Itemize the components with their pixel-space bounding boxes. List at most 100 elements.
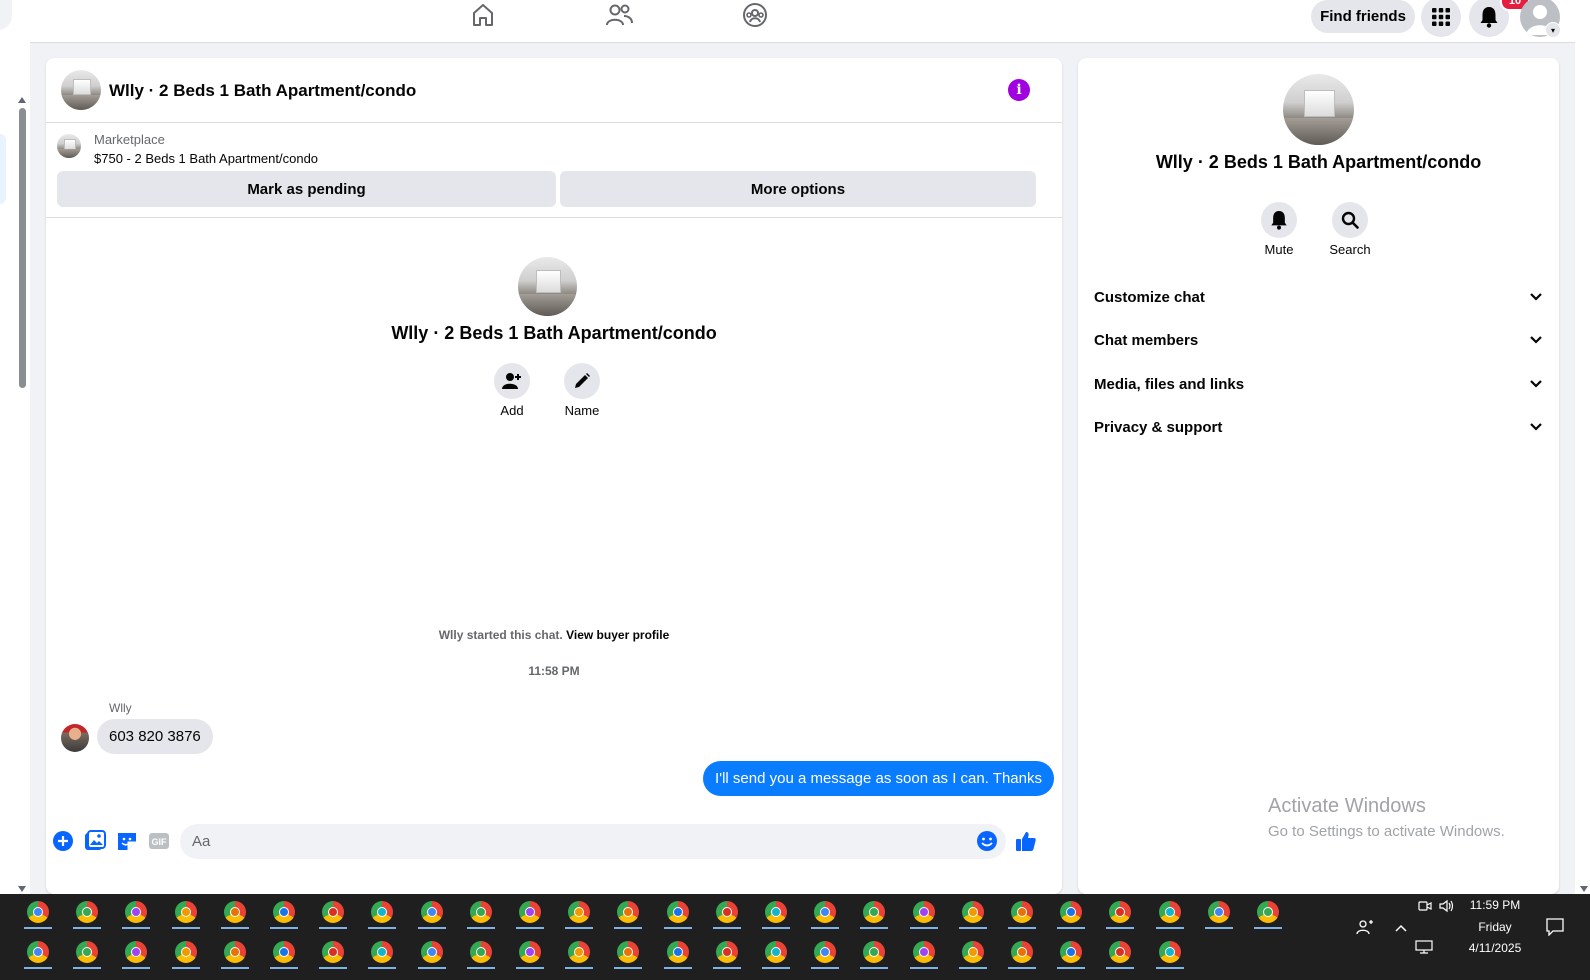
scroll-up-arrow-icon[interactable] [18, 97, 26, 103]
chrome-icon[interactable] [909, 898, 938, 929]
volume-icon[interactable] [1439, 899, 1455, 918]
chrome-icon[interactable] [614, 898, 643, 929]
page-scroll-down-arrow-icon[interactable] [1580, 886, 1588, 892]
chrome-icon[interactable] [958, 898, 987, 929]
edit-name-pencil-icon[interactable] [564, 363, 600, 399]
search-icon[interactable] [1332, 202, 1368, 238]
chrome-icon[interactable] [368, 938, 397, 969]
listing-photo-avatar[interactable] [61, 70, 101, 110]
chrome-icon[interactable] [220, 898, 249, 929]
chevron-down-icon[interactable]: ▾ [1545, 22, 1561, 38]
chrome-icon[interactable] [73, 938, 102, 969]
message-timestamp: 11:58 PM [528, 664, 580, 678]
mark-as-pending-button[interactable]: Mark as pending [57, 171, 556, 207]
section-label: Privacy & support [1094, 418, 1223, 436]
chrome-icon[interactable] [466, 898, 495, 929]
chrome-icon[interactable] [811, 898, 840, 929]
conversation-title[interactable]: Wlly · 2 Beds 1 Bath Apartment/condo [109, 81, 416, 101]
chrome-icon[interactable] [1155, 938, 1184, 969]
listing-thumbnail[interactable] [57, 134, 81, 158]
chrome-icon[interactable] [762, 898, 790, 929]
sender-avatar[interactable] [61, 724, 89, 752]
chrome-icon[interactable] [712, 938, 741, 969]
mute-bell-icon[interactable] [1261, 202, 1297, 238]
chrome-icon[interactable] [24, 898, 52, 929]
menu-grid-icon[interactable] [1421, 0, 1461, 37]
media-files-links-section[interactable]: Media, files and links [1094, 364, 1543, 404]
page-scrollbar[interactable] [1575, 42, 1590, 894]
chrome-icon[interactable] [614, 938, 643, 969]
chrome-icon[interactable] [860, 938, 889, 969]
chrome-icon[interactable] [417, 898, 446, 929]
chat-members-section[interactable]: Chat members [1094, 320, 1543, 360]
chrome-icon[interactable] [1008, 938, 1036, 969]
outgoing-message-bubble[interactable]: I'll send you a message as soon as I can… [703, 761, 1054, 796]
chrome-icon[interactable] [1204, 898, 1233, 929]
chrome-icon[interactable] [122, 938, 151, 969]
meet-now-icon[interactable] [1418, 899, 1432, 918]
plus-circle-icon[interactable] [51, 829, 75, 853]
more-options-button[interactable]: More options [560, 171, 1036, 207]
chrome-icon[interactable] [958, 938, 987, 969]
chrome-icon[interactable] [1106, 898, 1135, 929]
chrome-icon[interactable] [319, 898, 348, 929]
chrome-icon[interactable] [220, 938, 249, 969]
chrome-icon[interactable] [171, 898, 200, 929]
chrome-icon[interactable] [417, 938, 446, 969]
activate-windows-subtitle: Go to Settings to activate Windows. [1268, 823, 1505, 840]
find-friends-button[interactable]: Find friends [1311, 0, 1415, 33]
info-icon[interactable]: i [1008, 79, 1030, 101]
scroll-down-arrow-icon[interactable] [18, 886, 26, 892]
customize-chat-section[interactable]: Customize chat [1094, 277, 1543, 317]
message-input[interactable] [180, 824, 1006, 859]
view-buyer-profile-link[interactable]: View buyer profile [566, 628, 669, 642]
chrome-icon[interactable] [762, 938, 790, 969]
chrome-icon[interactable] [663, 938, 692, 969]
action-center-notification-icon[interactable] [1546, 918, 1564, 941]
network-icon[interactable] [1415, 940, 1433, 959]
chrome-icon[interactable] [1057, 938, 1086, 969]
left-edge-button[interactable] [0, 0, 12, 30]
chrome-icon[interactable] [1106, 938, 1135, 969]
chrome-icon[interactable] [319, 938, 348, 969]
chrome-icon[interactable] [73, 898, 102, 929]
privacy-support-section[interactable]: Privacy & support [1094, 407, 1543, 447]
chrome-icon[interactable] [171, 938, 200, 969]
gif-icon[interactable]: GIF [147, 829, 171, 853]
chrome-icon[interactable] [466, 938, 495, 969]
chrome-icon[interactable] [270, 938, 298, 969]
chrome-icon[interactable] [516, 938, 544, 969]
chrome-icon[interactable] [270, 898, 298, 929]
friends-icon[interactable] [599, 0, 639, 30]
chrome-icon[interactable] [565, 938, 594, 969]
home-icon[interactable] [463, 0, 503, 30]
emoji-icon[interactable] [975, 829, 999, 853]
chrome-icon[interactable] [712, 898, 741, 929]
chrome-icon[interactable] [663, 898, 692, 929]
chrome-icon[interactable] [1057, 898, 1086, 929]
add-person-icon[interactable] [494, 363, 530, 399]
chrome-icon[interactable] [368, 898, 397, 929]
groups-icon[interactable] [735, 0, 775, 30]
chrome-icon[interactable] [1254, 898, 1282, 929]
sticker-icon[interactable] [115, 829, 139, 853]
chrome-icon[interactable] [909, 938, 938, 969]
clock-date[interactable]: 4/11/2025 [1455, 941, 1535, 955]
thumbs-up-icon[interactable] [1014, 829, 1038, 853]
sidebar-scrollbar-thumb[interactable] [19, 108, 26, 388]
people-icon[interactable] [1356, 918, 1374, 941]
chrome-icon[interactable] [811, 938, 840, 969]
chrome-icon[interactable] [24, 938, 52, 969]
listing-summary[interactable]: $750 - 2 Beds 1 Bath Apartment/condo [94, 151, 318, 166]
show-hidden-icons-chevron-icon[interactable] [1394, 920, 1408, 938]
chrome-icon[interactable] [565, 898, 594, 929]
chrome-icon[interactable] [860, 898, 889, 929]
photo-icon[interactable] [83, 829, 107, 853]
chrome-icon[interactable] [1008, 898, 1036, 929]
chrome-icon[interactable] [1155, 898, 1184, 929]
chrome-icon[interactable] [122, 898, 151, 929]
clock-day[interactable]: Friday [1455, 920, 1535, 934]
chrome-icon[interactable] [516, 898, 544, 929]
incoming-message-bubble[interactable]: 603 820 3876 [97, 719, 213, 754]
clock-time[interactable]: 11:59 PM [1455, 898, 1535, 912]
